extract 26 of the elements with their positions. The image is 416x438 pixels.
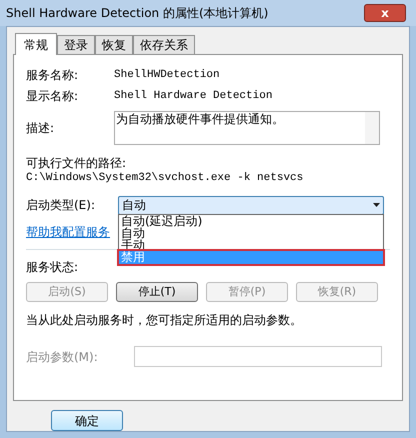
tab[interactable]: 常规 <box>15 33 57 55</box>
window-title: Shell Hardware Detection 的属性(本地计算机) <box>6 5 268 22</box>
dialog-button[interactable]: 确定 <box>51 410 123 431</box>
scrollbar <box>365 112 379 144</box>
description-text: 为自动播放硬件事件提供通知。 <box>115 112 285 128</box>
field-label: 可执行文件的路径: <box>26 155 128 171</box>
close-button[interactable]: x <box>364 4 406 22</box>
path-value: C:\Windows\System32\svchost.exe -k netsvcs <box>26 171 304 185</box>
field-label: 描述: <box>26 120 56 137</box>
tab[interactable]: 依存关系 <box>133 35 195 54</box>
dropdown-option[interactable]: 自动 <box>119 227 383 239</box>
field-label: 服务名称: <box>26 67 80 84</box>
field-value: ShellHWDetection <box>114 68 220 83</box>
tab[interactable]: 登录 <box>57 35 95 54</box>
tab[interactable]: 恢复 <box>95 35 133 54</box>
field-label: 显示名称: <box>26 88 80 105</box>
dropdown-option[interactable]: 自动(延迟启动) <box>119 215 383 227</box>
dropdown-arrow-icon <box>373 203 380 207</box>
field-label: 启动参数(M): <box>26 348 99 366</box>
startup-type-select[interactable]: 自动 <box>118 196 384 214</box>
field-value: Shell Hardware Detection <box>114 88 272 104</box>
field-label: 服务状态: <box>26 259 80 276</box>
hint-text: 当从此处启动服务时，您可指定所适用的启动参数。 <box>26 312 303 328</box>
field-label: 启动类型(E): <box>26 197 96 214</box>
control-button[interactable]: 停止(T) <box>116 282 198 302</box>
description-box[interactable]: 为自动播放硬件事件提供通知。 <box>114 111 380 145</box>
